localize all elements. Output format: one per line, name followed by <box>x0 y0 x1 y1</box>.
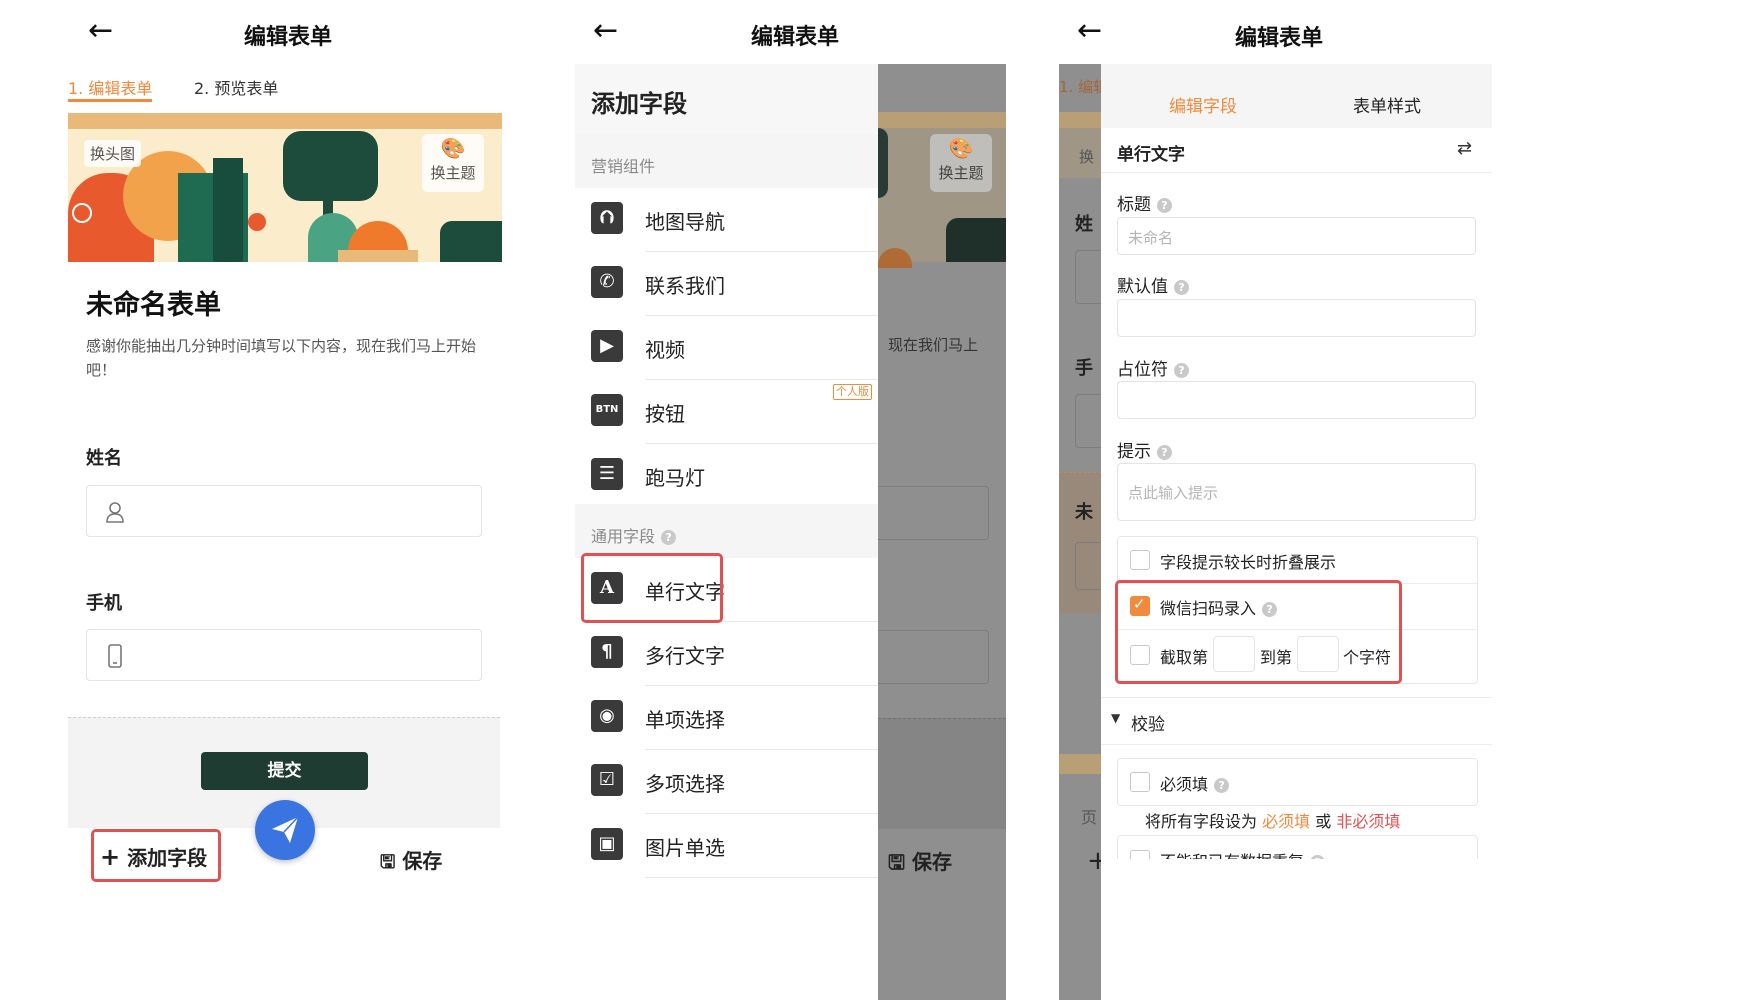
page-title: 编辑表单 <box>751 25 840 50</box>
add-field-drawer: 添加字段 营销组件 ⮉ 地图导航 ✆ 联系我们 ▶ 视频 BTN 按钮 个人版 … <box>575 64 878 1000</box>
personal-edition-badge: 个人版 <box>833 384 872 400</box>
set-all-required-link[interactable]: 必须填 <box>1262 812 1310 831</box>
field-label-phone: 手机 <box>86 593 122 614</box>
send-icon <box>272 816 299 843</box>
fold-tip-label: 字段提示较长时折叠展示 <box>1160 553 1337 572</box>
paragraph-icon: ¶ <box>591 636 623 668</box>
name-input[interactable] <box>86 485 482 537</box>
section-common: 通用字段? <box>575 504 878 558</box>
dimmed-backdrop[interactable]: 🎨 换主题 现在我们马上 🖫 保存 <box>878 64 1006 1000</box>
save-button[interactable]: 🖫 保存 <box>380 845 442 880</box>
tab-edit-form[interactable]: 1. 编辑表单 <box>68 75 152 99</box>
back-arrow-icon[interactable]: ← <box>593 16 618 46</box>
panel-edit-field: ← 编辑表单 1. 编辑 换 姓 手 未 页 + 编辑字段 表单样式 单行文字 … <box>1059 0 1492 1000</box>
video-icon: ▶ <box>591 330 623 362</box>
help-icon: ? <box>1157 445 1172 460</box>
swap-icon[interactable]: ⇄ <box>1457 138 1472 159</box>
bg-change-theme: 🎨 换主题 <box>930 134 992 192</box>
help-icon: ? <box>1157 198 1172 213</box>
label-title: 标题 <box>1117 195 1151 215</box>
label-tip: 提示 <box>1117 442 1151 462</box>
title-input[interactable]: 未命名 <box>1117 217 1476 255</box>
panel-edit-form: ← 编辑表单 1. 编辑表单 2. 预览表单 换头图 🎨 换主题 未命名表单 感… <box>68 0 502 1000</box>
required-checkbox[interactable] <box>1130 772 1150 792</box>
palette-icon: 🎨 <box>440 136 466 160</box>
caret-down-icon: ▼ <box>1111 711 1121 725</box>
dimmed-backdrop[interactable]: 1. 编辑 换 姓 手 未 页 + <box>1059 64 1109 1000</box>
tab-preview-form[interactable]: 2. 预览表单 <box>194 75 278 99</box>
marquee-icon: ☰ <box>591 458 623 490</box>
tip-input[interactable]: 点此输入提示 <box>1117 463 1476 521</box>
menu-item-button[interactable]: BTN 按钮 个人版 <box>575 380 878 444</box>
menu-item-contact-us[interactable]: ✆ 联系我们 <box>575 252 878 316</box>
menu-item-video[interactable]: ▶ 视频 <box>575 316 878 380</box>
drawer-title: 添加字段 <box>591 90 687 118</box>
tab-form-style[interactable]: 表单样式 <box>1353 92 1421 117</box>
fold-tip-checkbox[interactable] <box>1130 550 1150 570</box>
submit-button[interactable]: 提交 <box>201 752 368 790</box>
page-title: 编辑表单 <box>1235 26 1324 51</box>
menu-item-image-choice[interactable]: ▣ 图片单选 <box>575 814 878 878</box>
label-placeholder: 占位符 <box>1117 360 1168 380</box>
menu-item-multi-line-text[interactable]: ¶ 多行文字 <box>575 622 878 686</box>
page-title: 编辑表单 <box>244 25 333 50</box>
tab-edit-underline <box>68 99 152 102</box>
menu-item-map-nav[interactable]: ⮉ 地图导航 <box>575 188 878 252</box>
bg-save: 🖫 保存 <box>888 850 953 874</box>
phone-input[interactable] <box>86 629 482 681</box>
label-default: 默认值 <box>1117 277 1168 297</box>
set-all-optional-link[interactable]: 非必须填 <box>1336 812 1400 831</box>
field-type-bar: 单行文字 ⇄ <box>1101 128 1492 173</box>
field-settings-sheet: 编辑字段 表单样式 单行文字 ⇄ 标题? 未命名 默认值? 占位符? 提示? 点… <box>1101 64 1492 1000</box>
help-icon: ? <box>1214 778 1230 793</box>
back-arrow-icon[interactable]: ← <box>88 16 113 46</box>
highlight-single-line-text <box>581 553 723 623</box>
required-label: 必须填 <box>1160 775 1209 794</box>
phone-call-icon: ✆ <box>591 266 623 298</box>
form-description: 感谢你能抽出几分钟时间填写以下内容，现在我们马上开始吧！ <box>86 337 477 379</box>
change-header-button[interactable]: 换头图 <box>84 140 142 167</box>
panel-add-field: ← 编辑表单 🎨 换主题 现在我们马上 🖫 保存 添加字段 营销组件 ⮉ 地图导… <box>575 0 1006 1000</box>
help-icon: ? <box>1174 280 1189 295</box>
map-nav-icon: ⮉ <box>591 202 623 234</box>
button-icon: BTN <box>591 394 623 426</box>
tab-edit-field[interactable]: 编辑字段 <box>1169 92 1237 117</box>
image-icon: ▣ <box>591 828 623 860</box>
publish-fab[interactable] <box>255 800 315 860</box>
checkbox-icon: ☑ <box>591 764 623 796</box>
user-icon <box>106 502 124 523</box>
help-icon: ? <box>661 530 677 545</box>
menu-item-multi-choice[interactable]: ☑ 多项选择 <box>575 750 878 814</box>
save-icon: 🖫 <box>380 852 396 873</box>
default-value-input[interactable] <box>1117 299 1476 337</box>
help-icon: ? <box>1174 363 1189 378</box>
validate-section-header[interactable]: ▼ 校验 <box>1101 697 1492 745</box>
phone-icon <box>108 644 122 668</box>
highlight-scan-options <box>1115 580 1402 684</box>
set-all-fields: 将所有字段设为 必须填 或 非必须填 <box>1145 812 1401 831</box>
settings-tabs <box>1101 64 1492 129</box>
bg-desc: 现在我们马上 <box>888 336 979 354</box>
highlight-add-field <box>91 829 221 882</box>
section-marketing: 营销组件 <box>575 134 878 188</box>
back-arrow-icon[interactable]: ← <box>1077 16 1102 46</box>
form-title: 未命名表单 <box>86 290 221 321</box>
field-label-name: 姓名 <box>86 448 122 469</box>
radio-icon: ◉ <box>591 700 623 732</box>
placeholder-input[interactable] <box>1117 381 1476 419</box>
menu-item-marquee[interactable]: ☰ 跑马灯 <box>575 444 878 508</box>
menu-item-single-choice[interactable]: ◉ 单项选择 <box>575 686 878 750</box>
change-theme-button[interactable]: 🎨 换主题 <box>422 134 484 192</box>
